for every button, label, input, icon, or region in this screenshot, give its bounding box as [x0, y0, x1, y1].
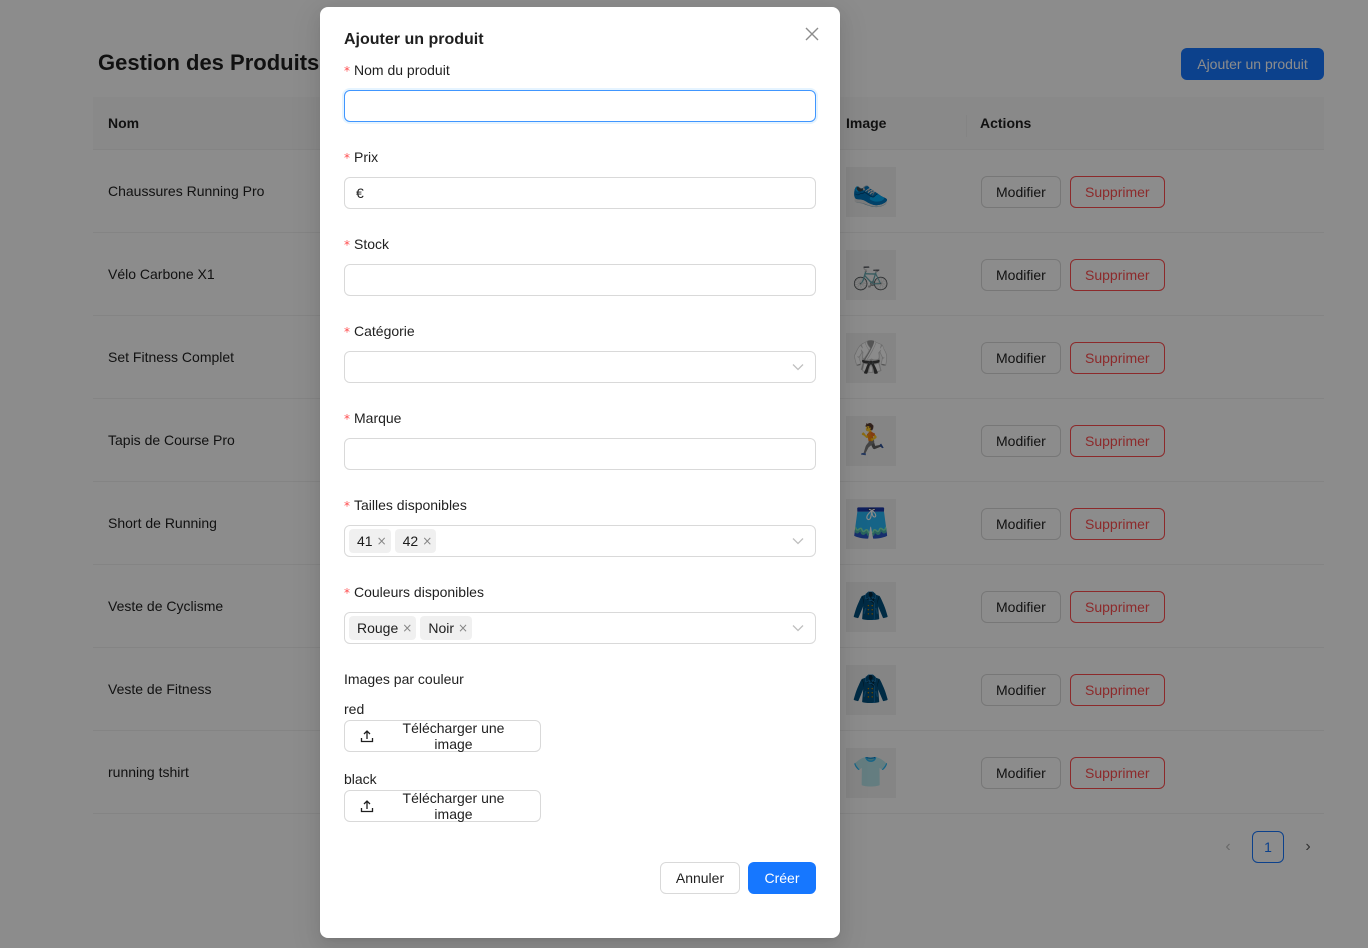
chevron-down-icon — [792, 361, 804, 373]
tag-remove-icon[interactable]: × — [422, 534, 432, 548]
images-by-color-title: Images par couleur — [344, 671, 464, 687]
tag-remove-icon[interactable]: × — [458, 621, 468, 635]
price-input[interactable] — [367, 179, 804, 207]
color-tag: Noir × — [420, 616, 473, 640]
price-input-wrapper[interactable]: € — [344, 177, 816, 209]
color-name-black: black — [344, 771, 377, 787]
euro-prefix: € — [356, 185, 364, 201]
chevron-down-icon — [792, 535, 804, 547]
upload-icon — [360, 729, 374, 743]
upload-image-button-black[interactable]: Télécharger une image — [344, 790, 541, 822]
chevron-down-icon — [792, 622, 804, 634]
tag-remove-icon[interactable]: × — [377, 534, 387, 548]
category-select[interactable] — [344, 351, 816, 383]
required-mark: * — [344, 64, 350, 78]
create-button[interactable]: Créer — [748, 862, 816, 894]
stock-label: * Stock — [344, 236, 390, 252]
color-name-red: red — [344, 701, 365, 717]
brand-input[interactable] — [344, 438, 816, 470]
sizes-label: * Tailles disponibles — [344, 497, 467, 513]
tag-remove-icon[interactable]: × — [402, 621, 412, 635]
brand-label: * Marque — [344, 410, 402, 426]
product-name-label: * Nom du produit — [344, 62, 450, 78]
add-product-modal: Ajouter un produit * Nom du produit * Prix… — [320, 7, 840, 938]
colors-label: * Couleurs disponibles — [344, 584, 484, 600]
modal-close-button[interactable] — [796, 23, 828, 47]
size-tag: 42 × — [394, 529, 437, 553]
category-label: * Catégorie — [344, 323, 415, 339]
modal-title: Ajouter un produit — [344, 31, 484, 48]
colors-multiselect[interactable]: Rouge × Noir × — [344, 612, 816, 644]
price-label: * Prix — [344, 149, 379, 165]
product-name-input[interactable] — [344, 90, 816, 122]
sizes-multiselect[interactable]: 41 × 42 × — [344, 525, 816, 557]
close-icon — [805, 27, 819, 44]
stock-input[interactable] — [344, 264, 816, 296]
color-tag: Rouge × — [349, 616, 417, 640]
cancel-button[interactable]: Annuler — [660, 862, 740, 894]
upload-image-button-red[interactable]: Télécharger une image — [344, 720, 541, 752]
upload-icon — [360, 799, 374, 813]
size-tag: 41 × — [349, 529, 391, 553]
